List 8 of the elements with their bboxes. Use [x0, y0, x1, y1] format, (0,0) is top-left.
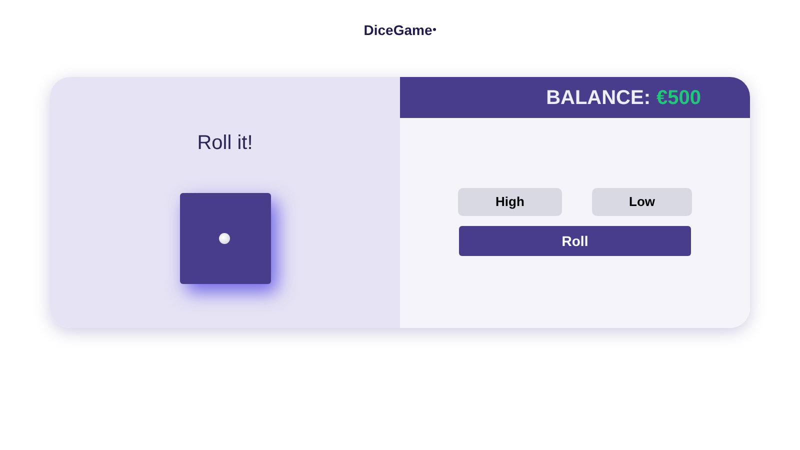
balance-label: BALANCE: [546, 86, 650, 110]
bet-button[interactable]: High [458, 188, 562, 216]
game-heading: Roll it! [197, 131, 253, 156]
bet-button[interactable]: Low [592, 188, 692, 216]
pip-icon [219, 232, 230, 244]
logo: DiceGame [364, 21, 432, 40]
roll-button[interactable]: Roll [459, 226, 691, 256]
balance-amount: €500 [656, 86, 701, 110]
